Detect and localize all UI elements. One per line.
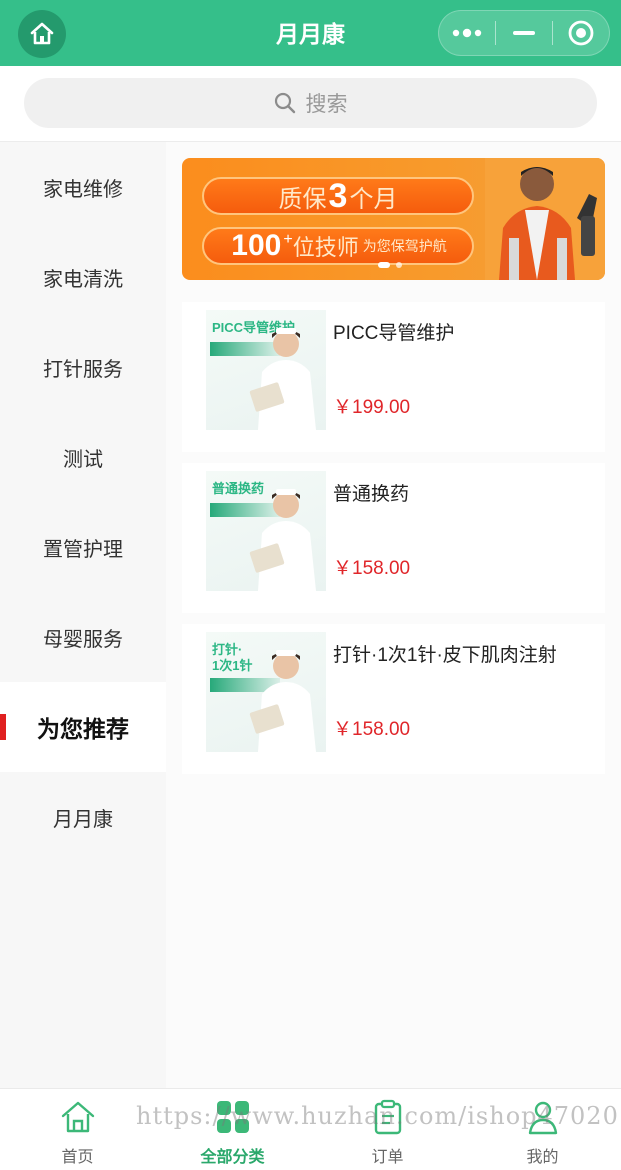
- category-sidebar: 家电维修 家电清洗 打针服务 测试 置管护理 母婴服务 为您推荐 月月康: [0, 142, 166, 1088]
- sidebar-item-label: 家电维修: [43, 178, 123, 201]
- home-icon: [30, 22, 54, 45]
- product-image: 普通换药: [206, 471, 326, 591]
- sidebar-item-catheter-care[interactable]: 置管护理: [0, 502, 166, 592]
- banner-text: 质保: [278, 185, 327, 213]
- sidebar-item-appliance-cleaning[interactable]: 家电清洗: [0, 232, 166, 322]
- sidebar-item-maternal-infant[interactable]: 母婴服务: [0, 592, 166, 682]
- tab-label: 订单: [371, 1149, 404, 1166]
- product-name: 普通换药: [333, 484, 410, 505]
- nurse-illustration: [249, 650, 316, 752]
- banner-number: 3: [328, 176, 348, 215]
- search-area: 搜索: [0, 66, 621, 142]
- warranty-pill: 质保 3 个月: [202, 177, 474, 215]
- close-button[interactable]: [553, 11, 609, 55]
- banner-subtext: 为您保驾护航: [362, 238, 447, 254]
- product-image: 打针· 1次1针: [206, 632, 326, 752]
- sidebar-item-label: 为您推荐: [37, 716, 129, 742]
- product-price: ￥158.00: [333, 719, 411, 740]
- miniprogram-capsule: [438, 10, 610, 56]
- product-card[interactable]: 打针· 1次1针 打针·1次1针·皮下肌肉注射 ￥158.00: [182, 624, 605, 774]
- tab-label: 全部分类: [200, 1149, 265, 1166]
- sidebar-item-label: 母婴服务: [43, 628, 123, 651]
- sidebar-item-label: 家电清洗: [43, 268, 123, 291]
- product-card[interactable]: 普通换药 普通换药 ￥158.00: [182, 463, 605, 613]
- tab-home[interactable]: 首页: [0, 1089, 155, 1170]
- product-price: ￥158.00: [333, 558, 411, 579]
- tab-label: 首页: [61, 1149, 94, 1166]
- minimize-icon: [513, 31, 535, 35]
- nurse-illustration: [249, 489, 316, 591]
- search-placeholder: 搜索: [305, 93, 348, 116]
- promo-banner[interactable]: 质保 3 个月 100 + 位技师 为您保驾护航: [182, 158, 605, 280]
- home-icon: [58, 1097, 98, 1137]
- sidebar-item-label: 测试: [63, 448, 103, 471]
- top-navigation-bar: 月月康: [0, 0, 621, 66]
- banner-text: 个月: [349, 185, 398, 213]
- banner-text: 位技师: [292, 235, 359, 260]
- product-price: ￥199.00: [333, 397, 411, 418]
- banner-number: 100: [231, 229, 282, 262]
- sidebar-item-injection-service[interactable]: 打针服务: [0, 322, 166, 412]
- carousel-indicator: [378, 262, 402, 268]
- sidebar-item-recommended[interactable]: 为您推荐: [0, 682, 166, 772]
- product-name: 打针·1次1针·皮下肌肉注射: [333, 645, 557, 666]
- sidebar-item-yueyuekang[interactable]: 月月康: [0, 772, 166, 862]
- technician-photo: [485, 158, 605, 280]
- home-button[interactable]: [18, 10, 66, 58]
- search-input[interactable]: 搜索: [24, 78, 597, 128]
- technician-pill: 100 + 位技师 为您保驾护航: [202, 227, 474, 265]
- sidebar-item-label: 打针服务: [43, 358, 123, 381]
- close-target-icon: [568, 20, 594, 46]
- more-dots-icon: [452, 28, 482, 38]
- product-content-area: 质保 3 个月 100 + 位技师 为您保驾护航 PICC导管维护 PICC导管…: [166, 142, 621, 1088]
- sidebar-item-test[interactable]: 测试: [0, 412, 166, 502]
- more-button[interactable]: [439, 11, 495, 55]
- product-name: PICC导管维护: [333, 323, 455, 344]
- minimize-button[interactable]: [496, 11, 552, 55]
- sidebar-item-label: 置管护理: [43, 538, 123, 561]
- sidebar-item-label: 月月康: [53, 808, 113, 831]
- banner-plus: +: [283, 231, 293, 248]
- carousel-dot[interactable]: [396, 262, 402, 268]
- product-card[interactable]: PICC导管维护 PICC导管维护 ￥199.00: [182, 302, 605, 452]
- product-image: PICC导管维护: [206, 310, 326, 430]
- sidebar-item-appliance-repair[interactable]: 家电维修: [0, 142, 166, 232]
- carousel-dot[interactable]: [378, 262, 390, 268]
- search-icon: [274, 92, 296, 114]
- tab-label: 我的: [526, 1149, 559, 1166]
- active-indicator: [0, 714, 6, 740]
- watermark-text: https://www.huzhan.com/ishop47020: [136, 1102, 619, 1130]
- nurse-illustration: [249, 328, 316, 430]
